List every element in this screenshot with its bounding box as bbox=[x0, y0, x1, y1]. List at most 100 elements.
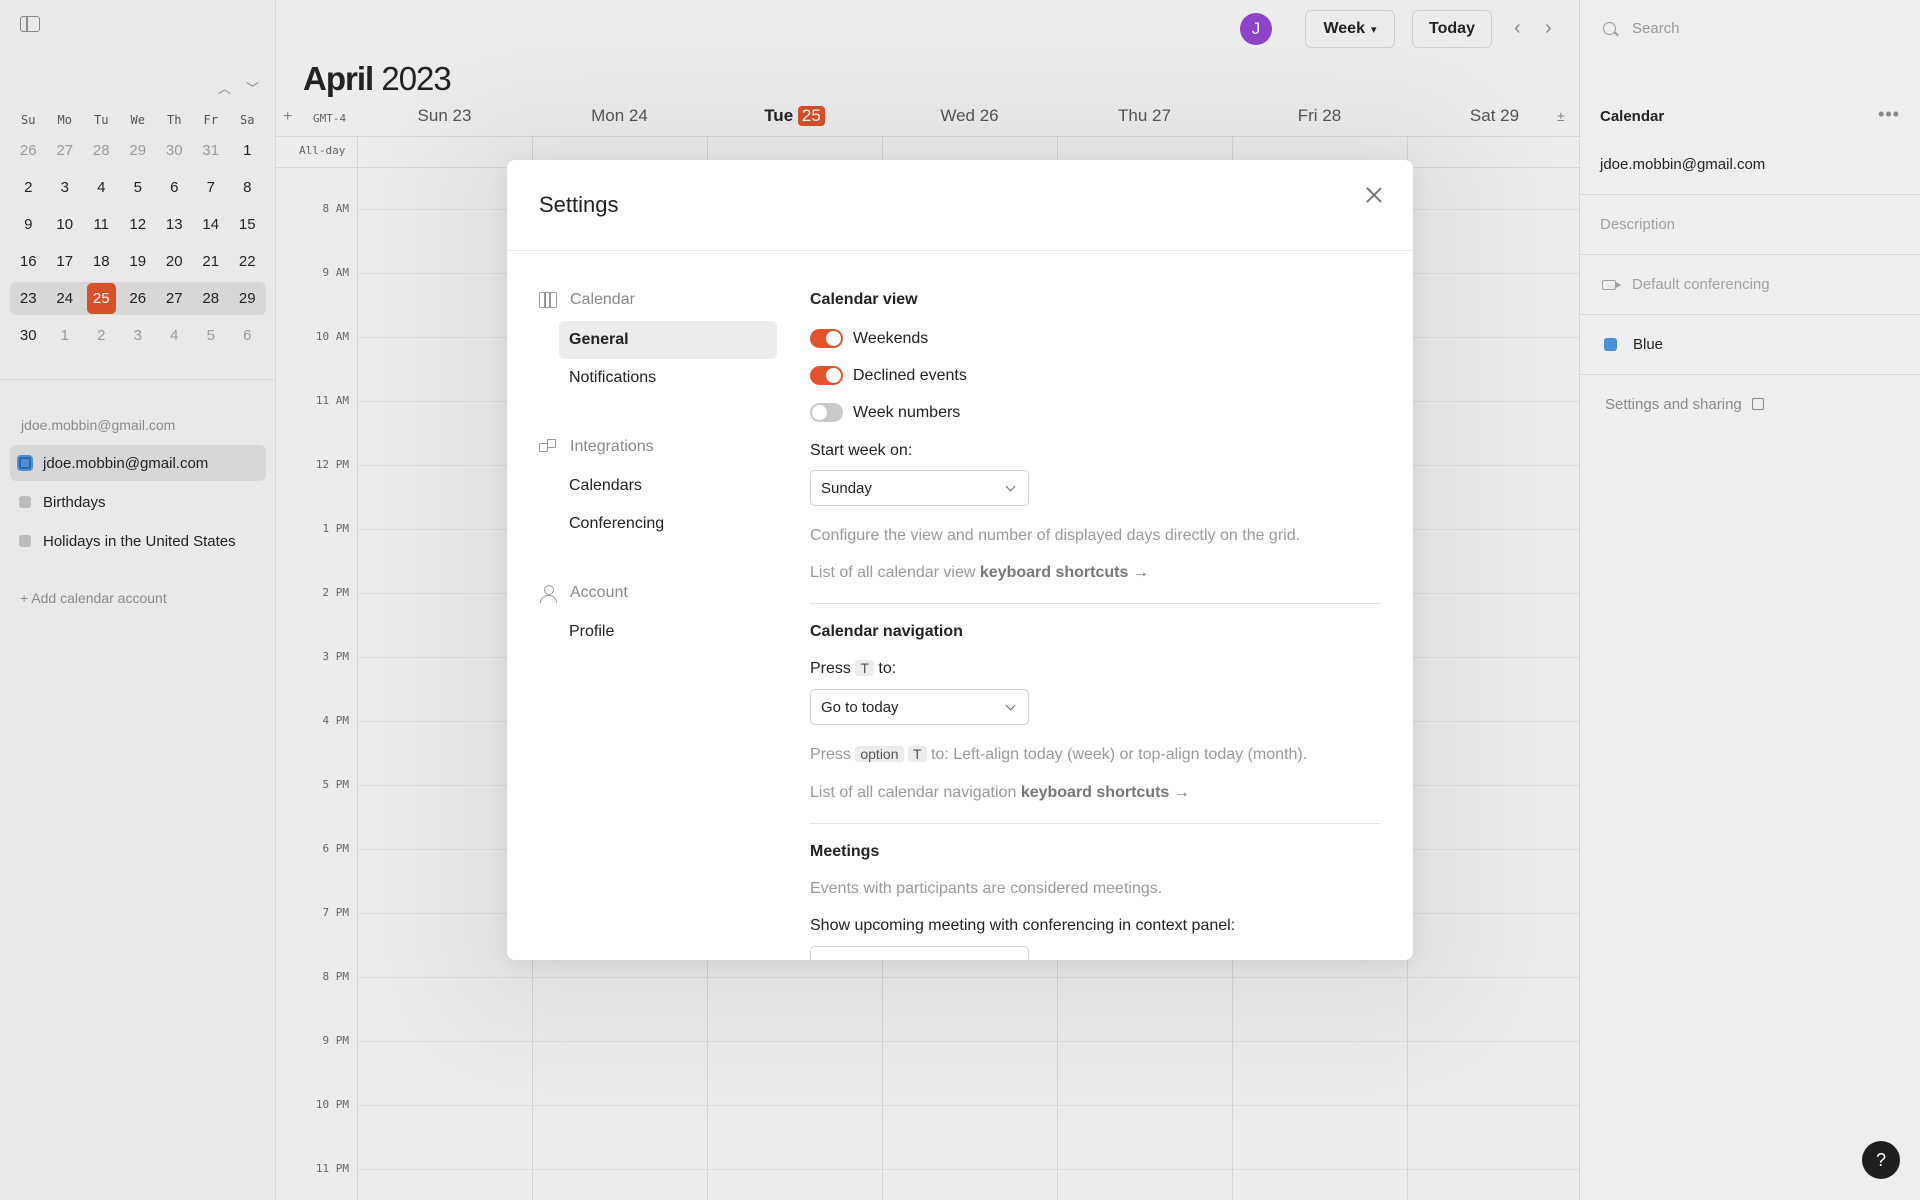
week-numbers-toggle-row[interactable]: Week numbers bbox=[810, 403, 960, 422]
mini-day[interactable]: 6 bbox=[156, 179, 193, 196]
mini-day[interactable]: 31 bbox=[193, 142, 230, 159]
settings-modal: Settings Calendar General Notifications … bbox=[507, 160, 1413, 960]
mini-day[interactable]: 30 bbox=[10, 327, 47, 344]
mini-day[interactable]: 8 bbox=[229, 179, 266, 196]
mini-day[interactable]: 12 bbox=[120, 216, 157, 233]
close-icon[interactable] bbox=[1361, 182, 1387, 208]
mini-day[interactable]: 29 bbox=[229, 290, 266, 307]
mini-day[interactable]: 2 bbox=[83, 327, 120, 344]
section-divider bbox=[810, 603, 1381, 604]
nav-section-label: Integrations bbox=[570, 438, 654, 455]
chevron-down-icon bbox=[1005, 700, 1016, 711]
start-week-label: Start week on: bbox=[810, 442, 913, 459]
mini-day[interactable]: 4 bbox=[83, 179, 120, 196]
navigation-shortcuts-line: List of all calendar navigation keyboard… bbox=[810, 784, 1190, 802]
weekday-label: We bbox=[130, 113, 145, 127]
mini-day[interactable]: 23 bbox=[10, 290, 47, 307]
mini-day[interactable]: 6 bbox=[229, 327, 266, 344]
mini-day[interactable]: 27 bbox=[47, 142, 84, 159]
user-icon bbox=[539, 585, 557, 603]
press-t-label: Press T to: bbox=[810, 660, 896, 678]
nav-item-conferencing[interactable]: Conferencing bbox=[559, 505, 777, 543]
week-numbers-toggle[interactable] bbox=[810, 403, 843, 422]
mini-day[interactable]: 3 bbox=[47, 179, 84, 196]
mini-day-today[interactable]: 25 bbox=[83, 283, 120, 314]
section-title-calendar-view: Calendar view bbox=[810, 291, 918, 308]
nav-item-notifications[interactable]: Notifications bbox=[559, 359, 777, 397]
mini-day[interactable]: 2 bbox=[10, 179, 47, 196]
weekday-label: Fr bbox=[203, 113, 218, 127]
mini-day[interactable]: 5 bbox=[193, 327, 230, 344]
press-text: Press bbox=[810, 746, 851, 763]
key-option: option bbox=[855, 746, 904, 762]
chevron-down-icon bbox=[1005, 481, 1016, 492]
select-value: Go to today bbox=[821, 698, 899, 716]
weekends-toggle-row[interactable]: Weekends bbox=[810, 329, 928, 348]
mini-day[interactable]: 7 bbox=[193, 179, 230, 196]
option-hint-text: to: Left-align today (week) or top-align… bbox=[930, 746, 1308, 763]
mini-day[interactable]: 11 bbox=[83, 216, 120, 233]
modal-divider bbox=[507, 250, 1413, 251]
upcoming-meeting-label: Show upcoming meeting with conferencing … bbox=[810, 917, 1236, 934]
mini-day[interactable]: 14 bbox=[193, 216, 230, 233]
meetings-hint: Events with participants are considered … bbox=[810, 880, 1163, 897]
mini-day[interactable]: 1 bbox=[229, 142, 266, 159]
mini-day[interactable]: 30 bbox=[156, 142, 193, 159]
mini-day[interactable]: 28 bbox=[83, 142, 120, 159]
section-divider bbox=[810, 823, 1381, 824]
view-shortcuts-line: List of all calendar view keyboard short… bbox=[810, 564, 1149, 582]
mini-day[interactable]: 1 bbox=[47, 327, 84, 344]
mini-day[interactable]: 18 bbox=[83, 253, 120, 270]
section-title-meetings: Meetings bbox=[810, 843, 880, 860]
key-t: T bbox=[855, 660, 874, 676]
mini-day[interactable]: 15 bbox=[229, 216, 266, 233]
nav-section-calendar: Calendar bbox=[539, 291, 635, 309]
upcoming-meeting-select[interactable] bbox=[810, 946, 1029, 960]
mini-day[interactable]: 10 bbox=[47, 216, 84, 233]
press-t-action-select[interactable]: Go to today bbox=[810, 689, 1029, 725]
nav-section-integrations: Integrations bbox=[539, 438, 654, 456]
mini-day[interactable]: 26 bbox=[120, 290, 157, 307]
toggle-label: Week numbers bbox=[853, 403, 961, 421]
mini-day[interactable]: 4 bbox=[156, 327, 193, 344]
mini-day[interactable]: 9 bbox=[10, 216, 47, 233]
keyboard-shortcuts-link[interactable]: keyboard shortcuts → bbox=[980, 564, 1149, 581]
nav-section-label: Calendar bbox=[570, 291, 635, 308]
toggle-label: Weekends bbox=[853, 329, 929, 347]
shortcuts-prefix: List of all calendar navigation bbox=[810, 784, 1017, 801]
modal-title: Settings bbox=[539, 192, 619, 217]
option-t-hint: Press option T to: Left-align today (wee… bbox=[810, 746, 1307, 764]
press-text: Press bbox=[810, 660, 851, 677]
nav-section-account: Account bbox=[539, 584, 628, 603]
start-week-select[interactable]: Sunday bbox=[810, 470, 1029, 506]
weekday-label: Sa bbox=[240, 113, 255, 127]
mini-day[interactable]: 24 bbox=[47, 290, 84, 307]
select-value: Sunday bbox=[821, 479, 872, 497]
nav-item-profile[interactable]: Profile bbox=[559, 613, 777, 651]
mini-day[interactable]: 29 bbox=[120, 142, 157, 159]
declined-events-toggle-row[interactable]: Declined events bbox=[810, 366, 967, 385]
nav-item-general[interactable]: General bbox=[559, 321, 777, 359]
mini-day[interactable]: 5 bbox=[120, 179, 157, 196]
weekends-toggle[interactable] bbox=[810, 329, 843, 348]
toggle-label: Declined events bbox=[853, 366, 967, 384]
mini-day[interactable]: 16 bbox=[10, 253, 47, 270]
mini-day[interactable]: 17 bbox=[47, 253, 84, 270]
declined-events-toggle[interactable] bbox=[810, 366, 843, 385]
mini-day[interactable]: 27 bbox=[156, 290, 193, 307]
section-title-calendar-navigation: Calendar navigation bbox=[810, 623, 963, 640]
calendar-icon bbox=[539, 292, 557, 308]
mini-day[interactable]: 22 bbox=[229, 253, 266, 270]
mini-day[interactable]: 26 bbox=[10, 142, 47, 159]
keyboard-shortcuts-link[interactable]: keyboard shortcuts → bbox=[1021, 784, 1190, 801]
mini-day[interactable]: 13 bbox=[156, 216, 193, 233]
mini-day[interactable]: 20 bbox=[156, 253, 193, 270]
nav-item-calendars[interactable]: Calendars bbox=[559, 467, 777, 505]
mini-day[interactable]: 19 bbox=[120, 253, 157, 270]
nav-section-label: Account bbox=[570, 584, 628, 601]
mini-day[interactable]: 21 bbox=[193, 253, 230, 270]
mini-day[interactable]: 3 bbox=[120, 327, 157, 344]
key-t: T bbox=[907, 746, 927, 762]
weekday-label: Mo bbox=[57, 113, 72, 127]
mini-day[interactable]: 28 bbox=[193, 290, 230, 307]
